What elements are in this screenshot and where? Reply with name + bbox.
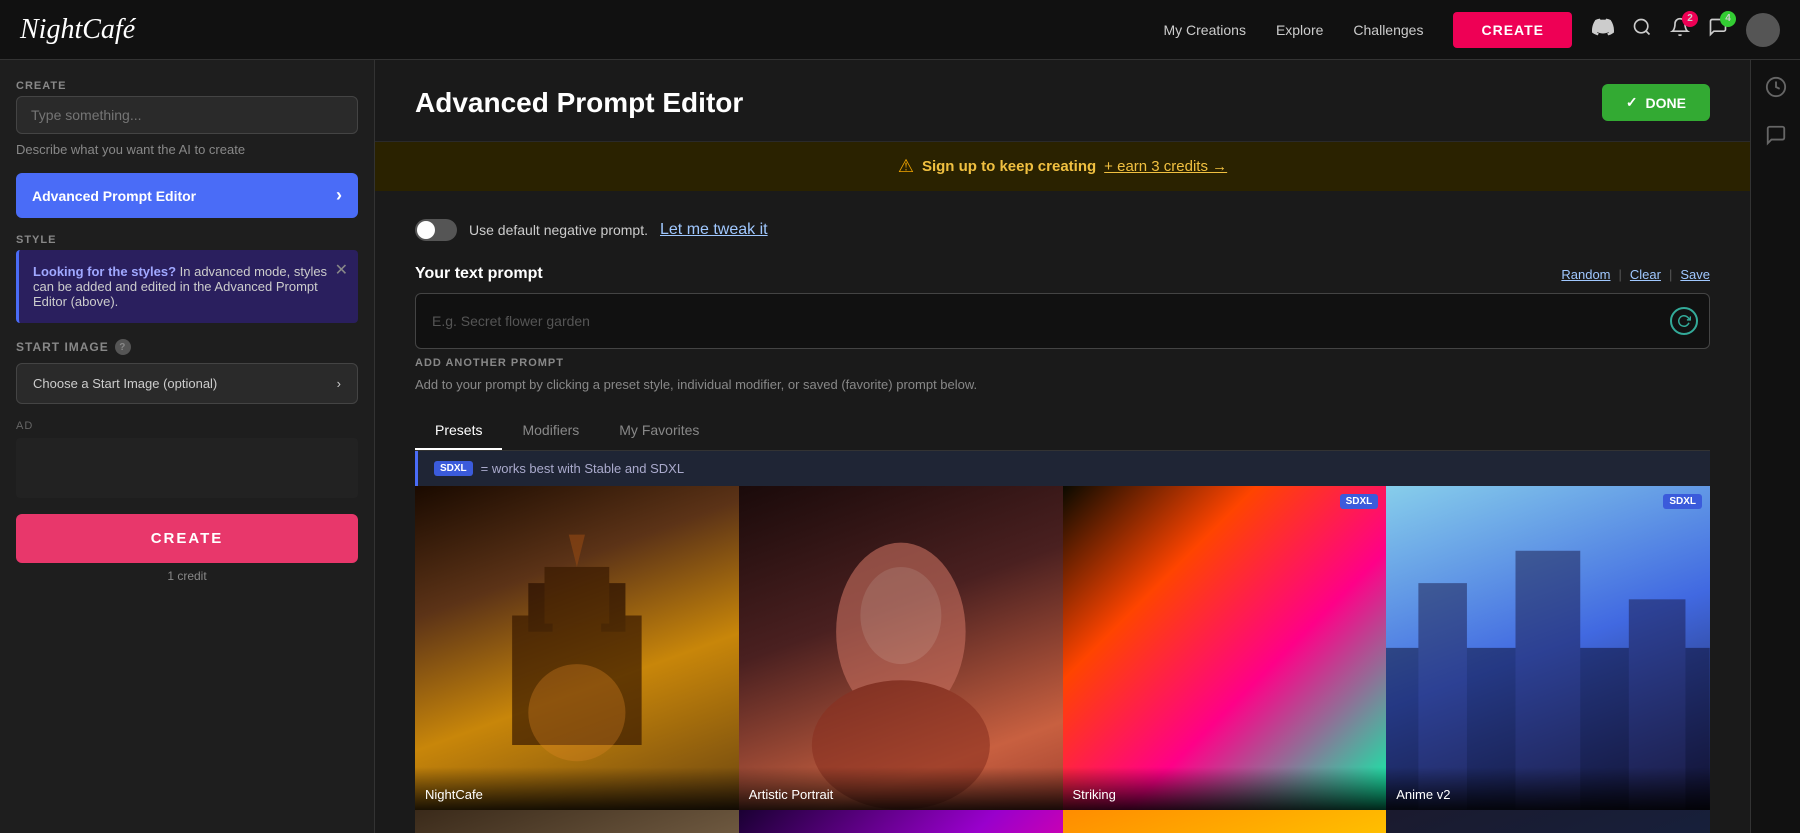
notifications-icon[interactable]: 2 — [1670, 17, 1690, 43]
search-icon[interactable] — [1632, 17, 1652, 43]
warning-icon: ⚠ — [898, 156, 914, 177]
toggle-label: Use default negative prompt. — [469, 222, 648, 238]
preset-face[interactable]: Close-up Face — [415, 810, 739, 833]
preset-artistic-portrait[interactable]: Artistic Portrait — [739, 486, 1063, 810]
preset-label-nightcafe: NightCafe — [415, 767, 739, 810]
history-icon[interactable] — [1765, 76, 1787, 104]
chevron-right-icon: › — [337, 376, 341, 391]
preset-tabs: Presets Modifiers My Favorites — [415, 412, 1710, 451]
style-notice: Looking for the styles? In advanced mode… — [16, 250, 358, 323]
prompt-header: Your text prompt Random | Clear | Save — [415, 265, 1710, 283]
preset-cyber[interactable]: Cyberpunk — [739, 810, 1063, 833]
nav-explore[interactable]: Explore — [1276, 22, 1323, 38]
signup-text: Sign up to keep creating — [922, 158, 1096, 175]
user-avatar[interactable] — [1746, 13, 1780, 47]
preset-anime[interactable]: Anime v2 SDXL — [1386, 486, 1710, 810]
negative-prompt-toggle[interactable] — [415, 219, 457, 241]
advanced-prompt-editor-button[interactable]: Advanced Prompt Editor › — [16, 173, 358, 218]
preset-city[interactable]: Urban Night — [1386, 810, 1710, 833]
check-icon: ✓ — [1626, 94, 1638, 111]
help-icon[interactable]: ? — [115, 339, 131, 355]
start-image-button[interactable]: Choose a Start Image (optional) › — [16, 363, 358, 404]
preset-nightcafe[interactable]: NightCafe — [415, 486, 739, 810]
messages-icon[interactable]: 4 — [1708, 17, 1728, 43]
prompt-input-sidebar[interactable] — [16, 96, 358, 134]
main-header: Advanced Prompt Editor ✓ DONE — [375, 60, 1750, 142]
sidebar: CREATE Describe what you want the AI to … — [0, 60, 375, 833]
credit-info: 1 credit — [16, 569, 358, 583]
main-content: Advanced Prompt Editor ✓ DONE ⚠ Sign up … — [375, 60, 1800, 833]
add-prompt-desc: Add to your prompt by clicking a preset … — [415, 377, 1710, 392]
page-title: Advanced Prompt Editor — [415, 87, 743, 119]
preset-label-anime: Anime v2 — [1386, 767, 1710, 810]
tab-presets[interactable]: Presets — [415, 412, 502, 450]
close-icon[interactable]: ✕ — [335, 260, 348, 280]
preset-label-portrait: Artistic Portrait — [739, 767, 1063, 810]
top-navigation: NightCafé My Creations Explore Challenge… — [0, 0, 1800, 60]
clear-link[interactable]: Clear — [1630, 267, 1661, 282]
style-notice-bold: Looking for the styles? — [33, 264, 176, 279]
ad-label: AD — [16, 420, 358, 432]
preset-sdxl-badge-striking: SDXL — [1340, 494, 1379, 509]
preset-label-striking: Striking — [1063, 767, 1387, 810]
nav-my-creations[interactable]: My Creations — [1163, 22, 1245, 38]
sdxl-banner: SDXL = works best with Stable and SDXL — [415, 451, 1710, 486]
create-section-label: CREATE — [16, 80, 358, 92]
tab-modifiers[interactable]: Modifiers — [502, 412, 599, 450]
start-image-section: START IMAGE ? — [16, 339, 358, 355]
style-section-label: STYLE — [16, 234, 358, 246]
preset-landscape[interactable]: Golden Landscape — [1063, 810, 1387, 833]
toggle-row: Use default negative prompt. Let me twea… — [415, 219, 1710, 241]
sdxl-banner-text: = works best with Stable and SDXL — [481, 461, 684, 476]
preset-sdxl-badge-anime: SDXL — [1663, 494, 1702, 509]
prompt-section: Your text prompt Random | Clear | Save — [415, 265, 1710, 392]
discord-icon[interactable] — [1592, 16, 1614, 44]
messages-badge: 4 — [1720, 11, 1736, 27]
save-link[interactable]: Save — [1680, 267, 1710, 282]
app-logo: NightCafé — [20, 14, 135, 46]
prompt-input-wrap — [415, 293, 1710, 349]
text-prompt-input[interactable] — [415, 293, 1710, 349]
add-prompt-button[interactable]: ADD ANOTHER PROMPT — [415, 349, 564, 377]
random-link[interactable]: Random — [1561, 267, 1610, 282]
nav-links: My Creations Explore Challenges — [1163, 22, 1423, 38]
topnav-icons: 2 4 — [1592, 13, 1780, 47]
done-button[interactable]: ✓ DONE — [1602, 84, 1710, 121]
side-panel-icons — [1750, 60, 1800, 833]
prompt-desc: Describe what you want the AI to create — [16, 142, 358, 157]
earn-credits-link[interactable]: + earn 3 credits → — [1104, 158, 1227, 175]
prompt-actions: Random | Clear | Save — [1561, 267, 1710, 282]
presets-grid: NightCafe Artistic Portrait S — [415, 486, 1710, 833]
sidebar-create-button[interactable]: CREATE — [16, 514, 358, 563]
generate-icon[interactable] — [1670, 307, 1698, 335]
chat-icon[interactable] — [1765, 124, 1787, 152]
topnav-create-button[interactable]: CREATE — [1453, 12, 1572, 48]
preset-striking[interactable]: Striking SDXL — [1063, 486, 1387, 810]
tab-favorites[interactable]: My Favorites — [599, 412, 719, 450]
sdxl-badge: SDXL — [434, 461, 473, 476]
nav-challenges[interactable]: Challenges — [1353, 22, 1423, 38]
chevron-right-icon: › — [336, 185, 342, 206]
ad-placeholder — [16, 438, 358, 498]
notification-badge: 2 — [1682, 11, 1698, 27]
signup-banner: ⚠ Sign up to keep creating + earn 3 cred… — [375, 142, 1750, 191]
tweak-link[interactable]: Let me tweak it — [660, 221, 768, 239]
prompt-section-title: Your text prompt — [415, 265, 543, 283]
content-area: Use default negative prompt. Let me twea… — [375, 191, 1750, 833]
